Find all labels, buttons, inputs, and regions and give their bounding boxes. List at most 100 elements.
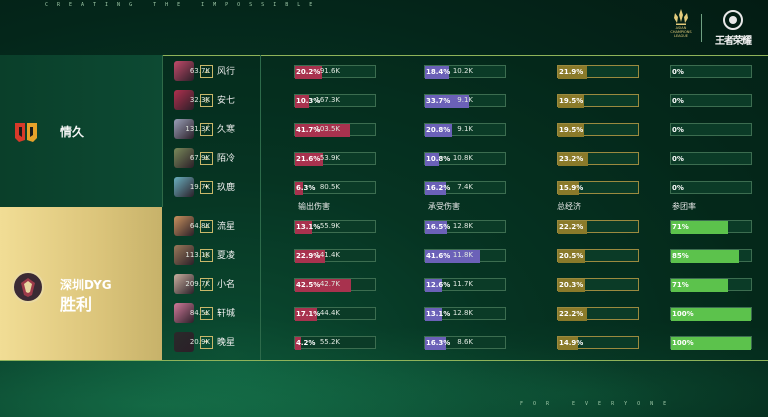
taken-percent: 16.3% — [426, 339, 451, 347]
gold-bar: 14.9% — [557, 336, 639, 350]
participation-bar: 0% — [670, 152, 752, 165]
player-name: 流星 — [217, 222, 236, 232]
table-row: ◎ 安七 32.3K 10.3% 167.3K 33.7% 9.1K 19.5% 0% — [162, 85, 768, 114]
gold-value: 9.1K — [457, 125, 473, 133]
taken-value: 53.9K — [319, 154, 340, 162]
logo-area: ASIAN CHAMPIONS LEAGUE 王者荣耀 — [666, 8, 762, 48]
gold-value: 9.1K — [457, 96, 473, 104]
gold-bar: 19.5% — [557, 94, 639, 108]
team1-name: 情久 — [60, 125, 85, 139]
team-panel-2: 深圳DYG 胜利 — [0, 207, 162, 360]
damage-value: 113.1K — [185, 251, 210, 259]
bottom-rule — [0, 360, 768, 361]
gold-bar: 15.9% — [557, 181, 639, 195]
player-name: 玖鹿 — [217, 183, 236, 193]
damage-value: 63.7K — [189, 67, 210, 75]
taken-value: 44.4K — [319, 309, 340, 317]
damage-value: 32.3K — [189, 96, 210, 104]
team-panel-1: 情久 — [0, 55, 163, 207]
gold-bar: 22.2% — [557, 220, 639, 234]
gold-value: 10.2K — [452, 67, 473, 75]
gold-percent: 14.9% — [559, 339, 584, 347]
taken-percent: 18.4% — [426, 68, 451, 76]
player-name: 小名 — [217, 280, 236, 290]
damage-value: 20.9K — [189, 338, 210, 346]
participation-percent: 0% — [672, 184, 684, 192]
acl-logo-text: ASIAN CHAMPIONS LEAGUE — [670, 26, 692, 38]
table-row: ⌂ 陌冷 67.9K 21.6% 53.9K 10.8% 10.8K 23.2% 0% — [162, 143, 768, 172]
game-logo: 王者荣耀 — [708, 10, 758, 47]
participation-percent: 0% — [672, 97, 684, 105]
table-row: ⊿ 风行 63.7K 20.2% 91.6K 18.4% 10.2K 21.9% 0% — [162, 56, 768, 85]
gold-bar: 23.2% — [557, 152, 639, 166]
taken-percent: 16.5% — [426, 223, 451, 231]
gold-percent: 15.9% — [559, 184, 584, 192]
taken-value: 91.6K — [319, 67, 340, 75]
participation-percent: 0% — [672, 126, 684, 134]
team2-logo-icon — [12, 271, 44, 303]
damage-percent: 20.2% — [296, 68, 321, 76]
acl-logo: ASIAN CHAMPIONS LEAGUE — [666, 8, 696, 38]
gold-value: 12.8K — [452, 309, 473, 317]
taken-percent: 10.8% — [426, 155, 451, 163]
player-name: 晚星 — [217, 338, 236, 348]
gold-percent: 19.5% — [559, 97, 584, 105]
player-name: 夏凌 — [217, 251, 236, 261]
participation-bar: 71% — [670, 278, 752, 292]
taken-value: 167.3K — [315, 96, 340, 104]
participation-bar: 100% — [670, 336, 752, 350]
table-row: ⌂ 轩城 84.5K 17.1% 44.4K 13.1% 12.8K 22.2% 100% — [162, 298, 768, 327]
gold-percent: 20.3% — [559, 281, 584, 289]
gold-bar: 22.2% — [557, 307, 639, 321]
participation-percent: 0% — [672, 68, 684, 76]
taken-percent: 16.2% — [426, 184, 451, 192]
taken-value: 55.2K — [319, 338, 340, 346]
damage-percent: 17.1% — [296, 310, 321, 318]
player-name: 安七 — [217, 96, 236, 106]
taken-value: 55.9K — [319, 222, 340, 230]
participation-percent: 71% — [672, 281, 689, 289]
gold-bar: 19.5% — [557, 123, 639, 137]
participation-bar: 71% — [670, 220, 752, 234]
player-name: 陌冷 — [217, 154, 236, 164]
table-row: ⊿ 流星 64.8K 13.1% 55.9K 16.5% 12.8K 22.2% 71% — [162, 211, 768, 240]
gold-percent: 21.9% — [559, 68, 584, 76]
damage-value: 209.7K — [185, 280, 210, 288]
participation-bar: 85% — [670, 249, 752, 263]
tagline-top: CREATING THE IMPOSSIBLE — [45, 2, 322, 8]
taken-percent: 41.6% — [426, 252, 451, 260]
player-name: 风行 — [217, 67, 236, 77]
participation-percent: 0% — [672, 155, 684, 163]
taken-value: 42.7K — [319, 280, 340, 288]
taken-percent: 13.1% — [426, 310, 451, 318]
damage-percent: 42.5% — [296, 281, 321, 289]
gold-percent: 23.2% — [559, 155, 584, 163]
taken-percent: 20.8% — [426, 126, 451, 134]
gold-percent: 22.2% — [559, 310, 584, 318]
team1-logo-icon — [15, 123, 37, 142]
team2-result: 胜利 — [60, 295, 93, 314]
damage-value: 67.9K — [189, 154, 210, 162]
damage-percent: 6.3% — [296, 184, 316, 192]
damage-value: 84.5K — [189, 309, 210, 317]
gold-percent: 19.5% — [559, 126, 584, 134]
table-row: ╱ 小名 209.7K 42.5% 42.7K 12.6% 11.7K 20.3% 71% — [162, 269, 768, 298]
damage-value: 64.8K — [189, 222, 210, 230]
damage-percent: 13.1% — [296, 223, 321, 231]
participation-percent: 71% — [672, 223, 689, 231]
game-logo-icon — [723, 10, 743, 30]
participation-bar: 0% — [670, 94, 752, 107]
table-row: ◎ 夏凌 113.1K 22.9% 141.4K 41.6% 11.8K 20.5% 85% — [162, 240, 768, 269]
participation-bar: 100% — [670, 307, 752, 321]
crown-icon — [674, 9, 688, 25]
gold-bar: 20.5% — [557, 249, 639, 263]
participation-percent: 85% — [672, 252, 689, 260]
taken-value: 103.5K — [315, 125, 340, 133]
participation-percent: 100% — [672, 310, 694, 318]
damage-value: 131.3K — [185, 125, 210, 133]
game-logo-text: 王者荣耀 — [715, 36, 752, 47]
gold-value: 7.4K — [457, 183, 473, 191]
gold-bar: 21.9% — [557, 65, 639, 79]
logo-divider — [701, 14, 702, 42]
gold-value: 11.8K — [452, 251, 473, 259]
